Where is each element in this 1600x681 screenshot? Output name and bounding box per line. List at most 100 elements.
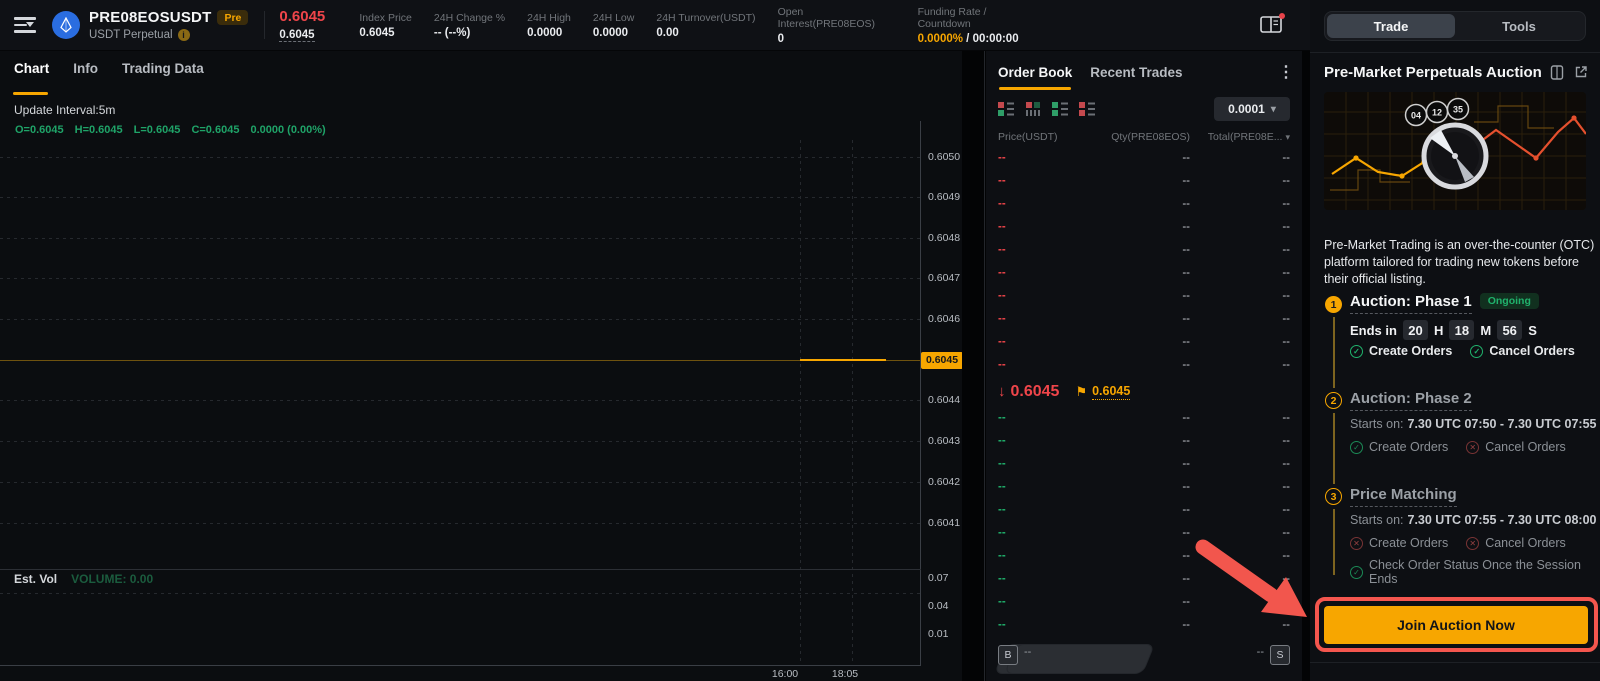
stat-value: -- (--%) [434,27,505,39]
bid-row[interactable]: ------ [998,545,1290,568]
asks-list: ----------------------------------------… [998,147,1290,377]
arrow-down-icon: ↓ [998,383,1006,400]
phase-1-title: Auction: Phase 1Ongoing [1350,293,1539,314]
panel-title: Pre-Market Perpetuals Auction [1324,64,1542,81]
volume-value: VOLUME: 0.00 [71,572,153,586]
countdown-hours: 20 [1403,320,1428,340]
order-qty: -- [1094,354,1190,377]
bid-row[interactable]: ------ [998,499,1290,522]
timeline-connector [1333,413,1335,484]
view-bids-icon[interactable] [1052,101,1068,117]
sell-ratio-value: -- [1257,646,1264,658]
tab-chart[interactable]: Chart [14,61,49,76]
tab-order-book[interactable]: Order Book [998,65,1072,80]
bid-price: -- [998,522,1094,545]
tab-recent-trades[interactable]: Recent Trades [1090,65,1182,80]
ohlc-legend: O=0.6045 H=0.6045 L=0.6045 C=0.6045 0.00… [15,124,326,136]
tab-info[interactable]: Info [73,61,98,76]
ask-row[interactable]: ------ [998,285,1290,308]
join-auction-button[interactable]: Join Auction Now [1324,606,1588,644]
ask-row[interactable]: ------ [998,170,1290,193]
ask-row[interactable]: ------ [998,331,1290,354]
active-tab-underline [13,92,48,95]
bid-row[interactable]: ------ [998,453,1290,476]
order-book-panel: Order Book Recent Trades ⋮ 0.0001 ▾ Pric… [986,51,1302,681]
info-icon[interactable]: i [178,29,190,41]
price-axis-tick: 0.6050 [928,151,960,163]
ohlc-open: O=0.6045 [15,124,64,136]
volume-axis-tick: 0.01 [928,628,948,640]
order-total: -- [1190,170,1290,193]
tab-tools[interactable]: Tools [1455,14,1583,38]
ask-row[interactable]: ------ [998,216,1290,239]
view-asks-icon[interactable] [1079,101,1095,117]
ask-row[interactable]: ------ [998,147,1290,170]
stat-value: 0.6045 [359,27,412,39]
ohlc-low: L=0.6045 [134,124,181,136]
cross-icon: ✕ [1466,537,1479,550]
ask-price: -- [998,147,1094,170]
external-link-icon[interactable] [1574,65,1588,79]
ask-price: -- [998,170,1094,193]
order-qty: -- [1094,568,1190,591]
view-depth-icon[interactable] [1025,101,1041,117]
stat-value: 0.0000 [593,27,634,39]
gridline [0,400,920,401]
bid-row[interactable]: ------ [998,591,1290,614]
order-qty: -- [1094,147,1190,170]
banner-badge: 12 [1432,108,1442,118]
price-axis-tick: 0.6042 [928,476,960,488]
order-total: -- [1190,430,1290,453]
last-traded-price-row[interactable]: ↓ 0.6045 ⚑ 0.6045 [998,378,1290,405]
volume-gridline [0,593,920,594]
document-icon[interactable] [1550,65,1564,80]
panel-gutter [962,51,986,681]
phase-2-schedule: Starts on:7.30 UTC 07:50 - 7.30 UTC 07:5… [1350,417,1596,431]
bid-price: -- [998,499,1094,522]
order-book-columns: Price(USDT) Qty(PRE08EOS) Total(PRE08E..… [998,131,1290,143]
bid-row[interactable]: ------ [998,476,1290,499]
ongoing-badge: Ongoing [1480,293,1539,309]
ohlc-high: H=0.6045 [75,124,123,136]
order-qty: -- [1094,476,1190,499]
ask-row[interactable]: ------ [998,239,1290,262]
ask-row[interactable]: ------ [998,308,1290,331]
buy-label: B [998,645,1018,665]
stat-24h-high: 24H High 0.0000 [527,12,571,39]
ask-row[interactable]: ------ [998,262,1290,285]
ask-price: -- [998,216,1094,239]
mark-price[interactable]: 0.6045 [279,29,314,42]
view-both-icon[interactable] [998,101,1014,117]
ask-row[interactable]: ------ [998,354,1290,377]
order-book-view-modes: 0.0001 ▾ [998,97,1290,121]
stat-label: 24H Low [593,12,634,24]
bid-row[interactable]: ------ [998,407,1290,430]
gridline [0,441,920,442]
orderbook-layout-icon[interactable] [1260,16,1282,33]
contract-type-label: USDT Perpetual [89,29,173,41]
tab-trading-data[interactable]: Trading Data [122,61,204,76]
mark-price-value[interactable]: 0.6045 [1092,384,1130,400]
symbol-name[interactable]: PRE08EOSUSDT [89,9,211,26]
price-axis-tick: 0.6049 [928,191,960,203]
bid-row[interactable]: ------ [998,522,1290,545]
stat-24h-low: 24H Low 0.0000 [593,12,634,39]
price-grouping-select[interactable]: 0.0001 ▾ [1214,97,1290,121]
bid-row[interactable]: ------ [998,430,1290,453]
order-total: -- [1190,499,1290,522]
kebab-menu-icon[interactable]: ⋮ [1278,66,1294,80]
chevron-down-icon: ▾ [1271,104,1276,115]
ask-row[interactable]: ------ [998,193,1290,216]
ask-price: -- [998,354,1094,377]
gridline [0,482,920,483]
divider [1310,662,1600,663]
bid-row[interactable]: ------ [998,614,1290,637]
bid-row[interactable]: ------ [998,568,1290,591]
volume-axis-tick: 0.07 [928,572,948,584]
col-total[interactable]: Total(PRE08E...▾ [1190,131,1290,143]
current-price-axis-tag: 0.6045 [921,352,963,369]
tab-trade[interactable]: Trade [1327,14,1455,38]
order-qty: -- [1094,239,1190,262]
menu-icon[interactable] [14,17,36,33]
bids-list: ----------------------------------------… [998,407,1290,637]
